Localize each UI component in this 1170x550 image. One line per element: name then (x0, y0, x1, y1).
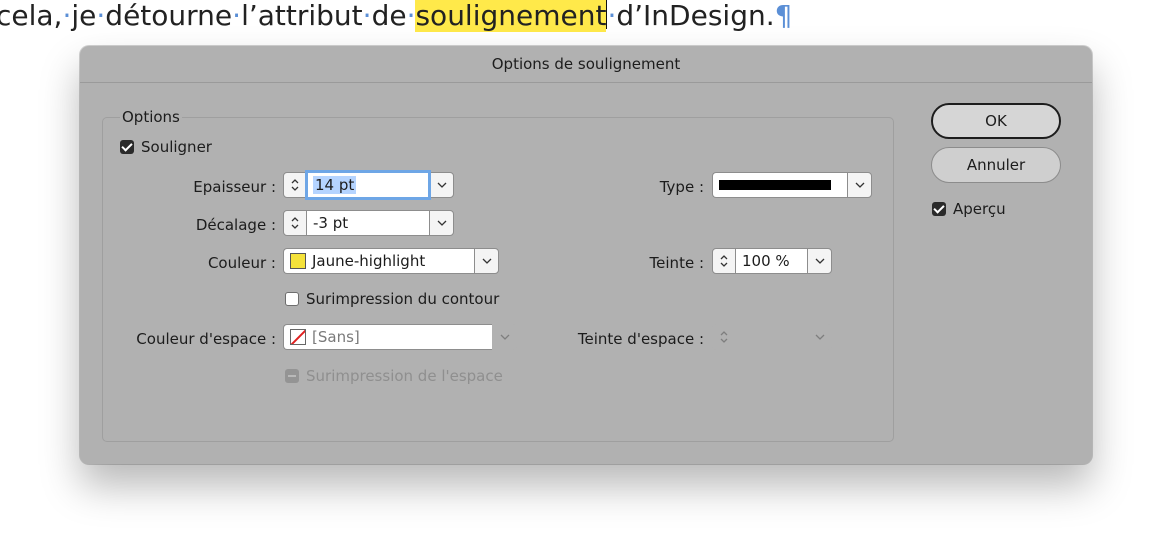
dialog-titlebar[interactable]: Options de soulignement (80, 46, 1092, 83)
gap-color-select[interactable]: [Sans] (283, 324, 492, 350)
chevron-down-icon (855, 182, 864, 188)
chevron-down-icon (500, 334, 509, 340)
stepper-arrows-icon (291, 179, 299, 191)
overprint-gap-checkbox[interactable]: Surimpression de l'espace (285, 367, 503, 385)
gap-color-dropdown-button[interactable] (492, 324, 517, 350)
stepper-arrows-icon (291, 217, 299, 229)
tint-stepper[interactable] (712, 248, 736, 274)
thickness-combo: 14 pt (283, 170, 454, 200)
overprint-gap-label: Surimpression de l'espace (306, 367, 503, 385)
gap-tint-label: Teinte d'espace : (577, 330, 704, 348)
gap-color-value: [Sans] (312, 328, 360, 346)
tint-dropdown-button[interactable] (807, 248, 832, 274)
offset-combo: -3 pt (283, 210, 454, 236)
gap-tint-dropdown-button[interactable] (807, 324, 832, 350)
gap-color-combo: [Sans] (283, 324, 517, 350)
color-combo: Jaune-highlight (283, 248, 499, 274)
chevron-down-icon (815, 258, 824, 264)
space-marker: · (232, 0, 242, 32)
doc-word: cela, (0, 0, 63, 32)
options-group-title: Options (120, 108, 182, 126)
checkbox-unchecked-icon (285, 292, 299, 306)
no-color-swatch-icon (290, 329, 306, 345)
preview-checkbox[interactable]: Aperçu (932, 200, 1006, 218)
tint-value: 100 % (742, 252, 790, 270)
preview-checkbox-label: Aperçu (953, 200, 1006, 218)
color-value: Jaune-highlight (312, 252, 426, 270)
stepper-arrows-icon (720, 331, 728, 343)
underline-options-dialog: Options de soulignement Options Souligne… (80, 46, 1092, 464)
chevron-down-icon (437, 182, 446, 188)
doc-word: d’InDesign. (616, 0, 775, 32)
underline-checkbox-label: Souligner (141, 138, 212, 156)
underline-checkbox[interactable]: Souligner (120, 138, 212, 156)
type-combo (712, 172, 872, 198)
chevron-down-icon (482, 258, 491, 264)
type-select[interactable] (712, 172, 847, 198)
chevron-down-icon (815, 334, 824, 340)
thickness-dropdown-button[interactable] (429, 172, 454, 198)
pilcrow-icon: ¶ (774, 0, 793, 32)
color-dropdown-button[interactable] (474, 248, 499, 274)
checkbox-disabled-icon (285, 369, 299, 383)
gap-color-label: Couleur d'espace : (136, 330, 276, 348)
gap-tint-input[interactable] (736, 324, 807, 350)
stepper-arrows-icon (720, 255, 728, 267)
dialog-title: Options de soulignement (491, 55, 681, 73)
overprint-stroke-checkbox[interactable]: Surimpression du contour (285, 290, 499, 308)
offset-input[interactable]: -3 pt (307, 210, 429, 236)
ok-button[interactable]: OK (931, 103, 1061, 139)
space-marker: · (362, 0, 372, 32)
doc-word: de (371, 0, 407, 32)
offset-dropdown-button[interactable] (429, 210, 454, 236)
offset-value: -3 pt (313, 214, 349, 232)
thickness-input[interactable]: 14 pt (305, 170, 431, 200)
highlighted-word[interactable]: soulignement (415, 0, 607, 32)
document-text-line: cela,·je·détourne·l’attribut·de·souligne… (0, 0, 1166, 38)
doc-word: je (71, 0, 97, 32)
overprint-stroke-label: Surimpression du contour (306, 290, 500, 308)
tint-combo: 100 % (712, 248, 832, 274)
color-select[interactable]: Jaune-highlight (283, 248, 474, 274)
type-label: Type : (659, 178, 704, 196)
doc-word: détourne (105, 0, 233, 32)
cancel-button[interactable]: Annuler (931, 147, 1061, 183)
tint-label: Teinte : (649, 254, 704, 272)
checkbox-checked-icon (932, 202, 946, 216)
type-dropdown-button[interactable] (847, 172, 872, 198)
gap-tint-stepper[interactable] (712, 324, 736, 350)
options-group (102, 117, 894, 442)
checkbox-checked-icon (120, 140, 134, 154)
yellow-swatch-icon (290, 253, 306, 269)
chevron-down-icon (437, 220, 446, 226)
tint-input[interactable]: 100 % (736, 248, 807, 274)
solid-line-preview-icon (719, 180, 831, 190)
thickness-label: Epaisseur : (193, 178, 276, 196)
offset-stepper[interactable] (283, 210, 307, 236)
color-label: Couleur : (207, 254, 276, 272)
doc-word: l’attribut (241, 0, 363, 32)
offset-label: Décalage : (195, 216, 276, 234)
thickness-stepper[interactable] (283, 172, 307, 198)
space-marker: · (96, 0, 106, 32)
thickness-value: 14 pt (313, 176, 357, 194)
gap-tint-combo (712, 324, 832, 350)
